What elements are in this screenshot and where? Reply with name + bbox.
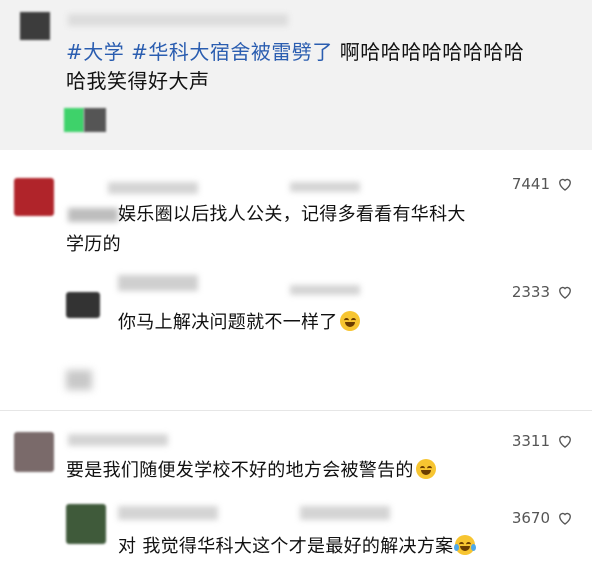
reply-text: 你马上解决问题就不一样了 <box>118 308 558 338</box>
reply-meta-blurred <box>300 506 390 520</box>
heart-outline-icon <box>559 435 571 448</box>
reply-avatar[interactable] <box>66 292 100 318</box>
laughing-crying-emoji-icon <box>454 535 477 555</box>
laughing-crying-emoji-icon <box>339 311 360 331</box>
divider <box>0 410 592 411</box>
comment-meta-blurred <box>290 182 360 192</box>
post-card: #大学 #华科大宿舍被雷劈了 啊哈哈哈哈哈哈哈哈 哈我笑得好大声 <box>0 0 592 150</box>
comment-text: 娱乐圈以后找人公关，记得多看看有华科大 <box>118 204 466 225</box>
post-author-avatar[interactable] <box>20 12 50 40</box>
commenter-name-blurred <box>108 182 198 194</box>
laughing-crying-emoji-icon <box>415 459 436 479</box>
hashtag-hust-dorm-lightning[interactable]: #华科大宿舍被雷劈了 <box>131 40 333 64</box>
replier-name-blurred <box>118 275 198 291</box>
reply-meta-blurred <box>290 285 360 295</box>
commenter-name-blurred <box>68 434 168 446</box>
like-count: 7441 <box>511 175 550 193</box>
post-author-name-blurred <box>68 14 288 26</box>
post-text-line1: 啊哈哈哈哈哈哈哈哈 <box>339 40 525 64</box>
heart-outline-icon <box>559 286 571 299</box>
mention-blurred <box>68 208 118 222</box>
post-image-thumbnail[interactable] <box>64 108 106 132</box>
reply-avatar[interactable] <box>66 504 106 544</box>
post-text-line2: 哈我笑得好大声 <box>66 69 210 93</box>
post-text: #大学 #华科大宿舍被雷劈了 啊哈哈哈哈哈哈哈哈 哈我笑得好大声 <box>66 38 576 96</box>
like-button[interactable]: 3311 <box>512 432 574 450</box>
like-button[interactable]: 3670 <box>512 509 574 527</box>
like-button[interactable]: 7441 <box>512 175 574 193</box>
expand-replies-blurred[interactable] <box>66 370 92 390</box>
comment-text-cont: 学历的 <box>66 234 121 255</box>
comment-avatar[interactable] <box>14 432 54 472</box>
hashtag-university[interactable]: #大学 <box>66 40 124 64</box>
heart-outline-icon <box>559 178 571 191</box>
comment-text: 要是我们随便发学校不好的地方会被警告的 <box>66 456 566 486</box>
heart-outline-icon <box>559 512 571 525</box>
like-count: 3311 <box>511 432 550 450</box>
like-count: 3670 <box>511 509 550 527</box>
reply-text: 对 我觉得华科大这个才是最好的解决方案 <box>118 532 578 562</box>
like-count: 2333 <box>511 283 550 301</box>
like-button[interactable]: 2333 <box>512 283 574 301</box>
replier-name-blurred <box>118 506 218 520</box>
comment-avatar[interactable] <box>14 178 54 216</box>
